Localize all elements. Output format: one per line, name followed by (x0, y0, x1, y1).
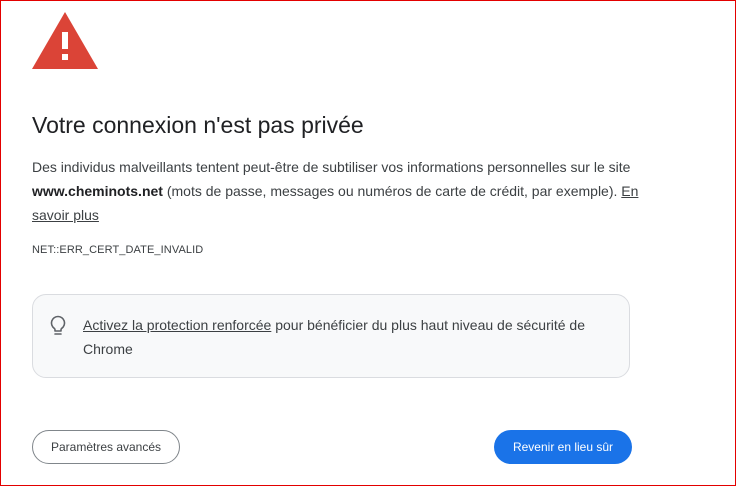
browser-frame (0, 0, 736, 486)
advanced-settings-button[interactable]: Paramètres avancés (32, 430, 180, 464)
description-text-after: (mots de passe, messages ou numéros de c… (162, 183, 622, 199)
description-text-before: Des individus malveillants tentent peut-… (32, 159, 631, 175)
back-to-safety-button[interactable]: Revenir en lieu sûr (494, 430, 632, 464)
enhanced-protection-link[interactable]: Activez la protection renforcée (83, 317, 271, 333)
protection-message: Activez la protection renforcée pour bén… (83, 313, 613, 361)
warning-triangle-icon (32, 12, 98, 69)
site-name: www.cheminots.net (32, 183, 163, 199)
error-code: NET::ERR_CERT_DATE_INVALID (32, 244, 204, 256)
lightbulb-icon (50, 315, 66, 335)
warning-description: Des individus malveillants tentent peut-… (32, 155, 642, 227)
page-title: Votre connexion n'est pas privée (32, 112, 364, 138)
enhanced-protection-box: Activez la protection renforcée pour bén… (32, 294, 630, 378)
